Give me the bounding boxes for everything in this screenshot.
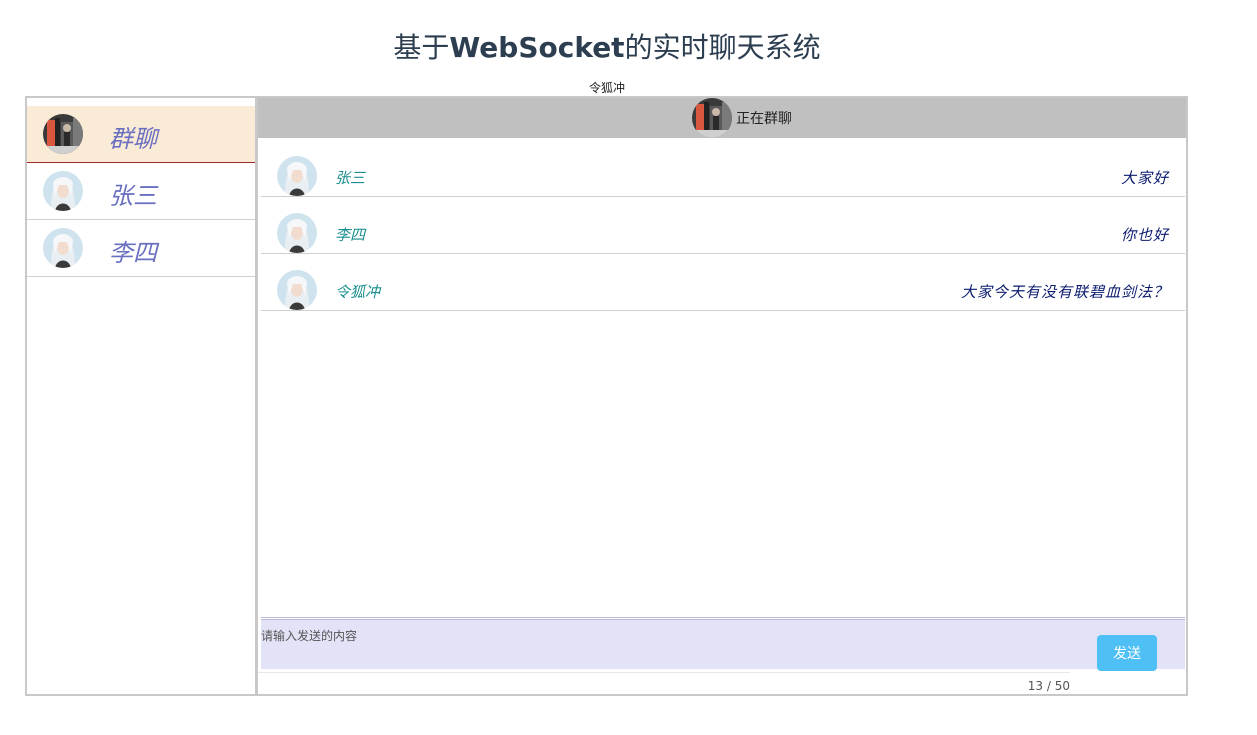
message-text: 大家好 [1120,169,1169,187]
sidebar-item-lisi[interactable]: 李四 [27,220,255,277]
user-avatar [43,228,83,268]
message-sender: 李四 [335,226,366,244]
user-avatar [277,156,317,196]
message-sender: 令狐冲 [335,283,381,301]
user-avatar [277,270,317,310]
page-title: 基于WebSocket的实时聊天系统 [0,26,1214,66]
chat-header-title: 正在群聊 [736,111,792,127]
chat-app: 群聊 张三 李四 正在群聊 张三 大家好 李四 你也好 令狐冲 大家今天有没有联… [25,96,1188,696]
group-avatar [692,98,732,138]
sidebar-item-label: 李四 [109,239,157,267]
character-counter: 13 / 50 [258,672,1070,694]
contact-sidebar: 群聊 张三 李四 [27,98,258,694]
message-sender: 张三 [335,169,366,187]
chat-panel: 正在群聊 张三 大家好 李四 你也好 令狐冲 大家今天有没有联碧血剑法？ 请输入… [258,98,1186,694]
send-button[interactable]: 发送 [1097,635,1157,671]
user-avatar [43,171,83,211]
chat-header: 正在群聊 [258,98,1186,138]
message-row: 令狐冲 大家今天有没有联碧血剑法？ [261,254,1185,311]
user-avatar [277,213,317,253]
title-suffix: 的实时聊天系统 [624,31,821,64]
title-bold: WebSocket [449,31,625,64]
message-composer: 发送 [261,619,1185,671]
message-row: 张三 大家好 [261,140,1185,197]
sidebar-item-zhangsan[interactable]: 张三 [27,163,255,220]
sidebar-item-group-chat[interactable]: 群聊 [27,106,255,163]
sidebar-item-label: 群聊 [109,125,157,153]
message-input[interactable] [261,620,1081,668]
message-text: 你也好 [1120,226,1169,244]
message-text: 大家今天有没有联碧血剑法？ [960,283,1169,301]
message-row: 李四 你也好 [261,197,1185,254]
message-list[interactable]: 张三 大家好 李四 你也好 令狐冲 大家今天有没有联碧血剑法？ [261,140,1185,618]
title-prefix: 基于 [393,31,450,64]
group-avatar [43,114,83,154]
sidebar-item-label: 张三 [109,182,157,210]
current-user-name: 令狐冲 [588,81,625,95]
